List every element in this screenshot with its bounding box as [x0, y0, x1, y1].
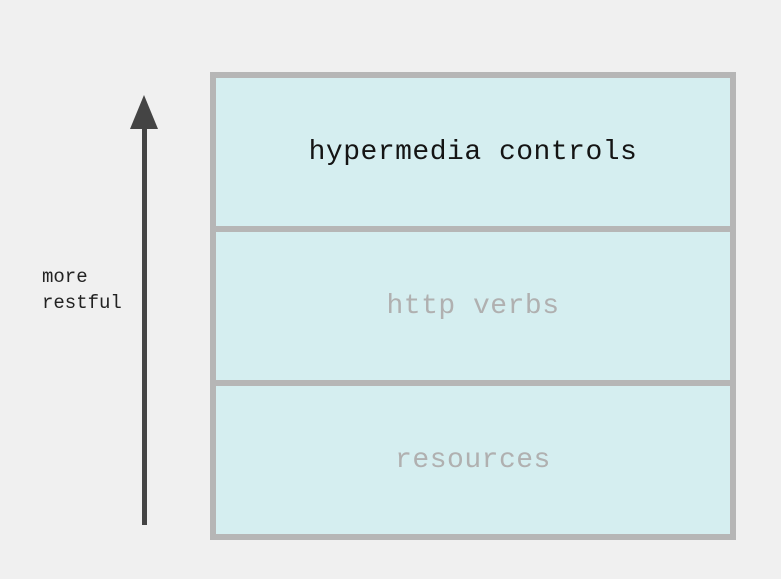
arrow-label: more restful — [42, 265, 122, 316]
upward-arrow — [130, 95, 158, 525]
arrow-label-line1: more — [42, 266, 88, 288]
level-label: hypermedia controls — [309, 137, 638, 168]
level-http-verbs: http verbs — [216, 232, 730, 380]
level-hypermedia: hypermedia controls — [216, 78, 730, 226]
level-resources: resources — [216, 386, 730, 534]
arrow-head-icon — [130, 95, 158, 129]
level-label: resources — [395, 445, 551, 476]
maturity-stack: hypermedia controls http verbs resources — [210, 72, 736, 540]
arrow-label-line2: restful — [42, 292, 122, 314]
level-label: http verbs — [386, 291, 559, 322]
arrow-shaft — [142, 129, 147, 525]
